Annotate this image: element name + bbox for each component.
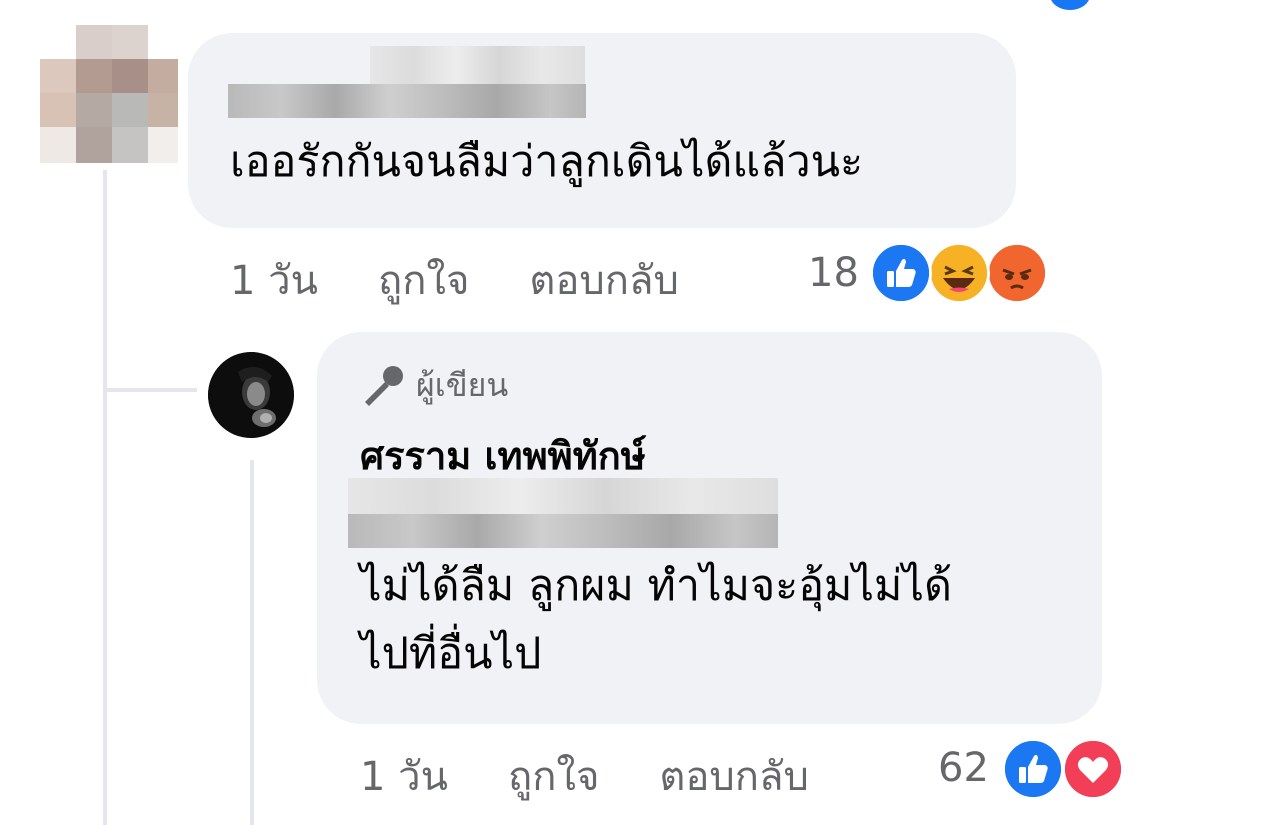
thread-line-main <box>103 170 107 825</box>
reply-meta: 1 วัน ถูกใจ ตอบกลับ <box>360 744 809 808</box>
like-button[interactable]: ถูกใจ <box>378 248 469 312</box>
reaction-count[interactable]: 18 <box>808 250 859 296</box>
author-badge-label: ผู้เขียน <box>416 366 509 404</box>
author-badge: ผู้เขียน <box>360 360 508 411</box>
like-icon[interactable] <box>870 242 932 304</box>
commenter-avatar[interactable] <box>40 25 178 163</box>
pixelated-avatar-icon <box>40 25 178 163</box>
commenter-name-blurred-row[interactable] <box>228 84 586 118</box>
reply-button[interactable]: ตอบกลับ <box>529 248 679 312</box>
microphone-icon <box>365 365 403 406</box>
comment-time[interactable]: 1 วัน <box>230 248 318 312</box>
comment-meta: 1 วัน ถูกใจ ตอบกลับ <box>230 248 679 312</box>
comment-bubble <box>188 33 1016 228</box>
haha-icon[interactable] <box>928 242 990 304</box>
thread-line-branch <box>107 388 197 392</box>
reply-like-icon[interactable] <box>1002 738 1064 800</box>
reply-reaction-count[interactable]: 62 <box>938 745 989 791</box>
partial-reaction-icon <box>1050 0 1090 10</box>
love-icon[interactable] <box>1062 738 1124 800</box>
reply-mention-blurred[interactable] <box>348 478 778 514</box>
reply-text-line2: ไปที่อื่นไป <box>360 629 542 679</box>
author-name[interactable]: ศรราม เทพพิทักษ์ <box>360 425 646 486</box>
angry-icon[interactable] <box>986 242 1048 304</box>
author-photo-icon <box>208 352 294 438</box>
thread-line-reply <box>250 460 254 825</box>
commenter-name-blurred[interactable] <box>370 46 585 84</box>
comment-text: เออรักกันจนลืมว่าลูกเดินได้แล้วนะ <box>230 137 864 187</box>
reply-like-button[interactable]: ถูกใจ <box>508 744 599 808</box>
reply-text-line1: ไม่ได้ลืม ลูกผม ทำไมจะอุ้มไม่ได้ <box>360 561 952 611</box>
author-avatar[interactable] <box>208 352 294 438</box>
reply-mention-blurred-row[interactable] <box>348 514 778 548</box>
reply-time[interactable]: 1 วัน <box>360 744 448 808</box>
reply-reply-button[interactable]: ตอบกลับ <box>659 744 809 808</box>
